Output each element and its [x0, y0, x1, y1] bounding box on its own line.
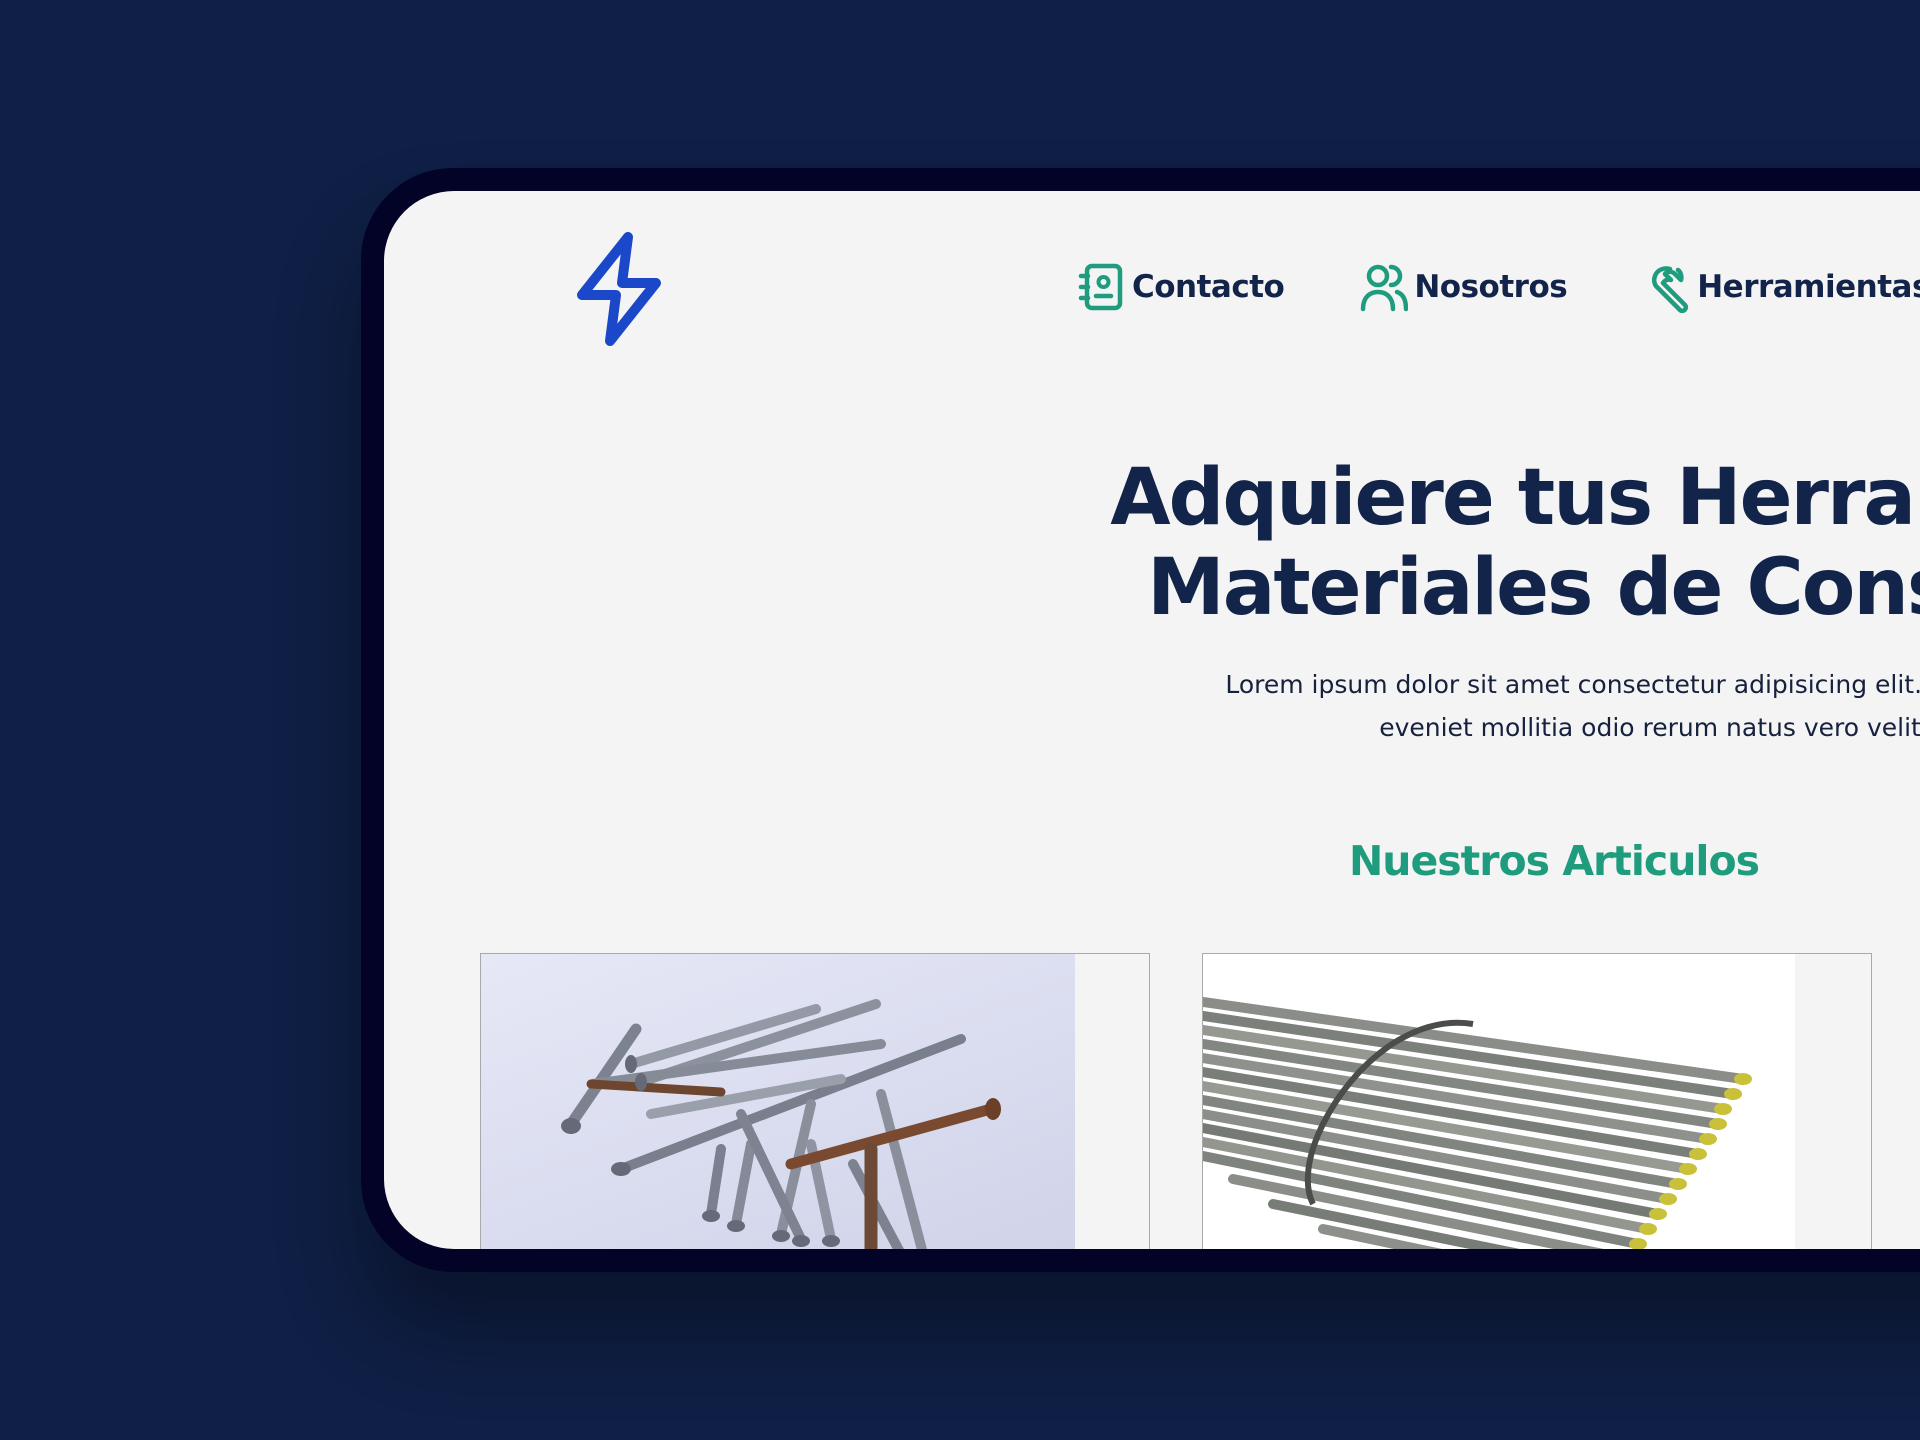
lightning-bolt-icon[interactable] [572, 227, 672, 351]
backdrop: Contacto Nosotros Herramientas Adquiere … [0, 0, 1920, 1440]
main-nav: Contacto Nosotros Herramientas [1078, 261, 1920, 313]
wrench-icon [1652, 266, 1689, 313]
nav-item-nosotros[interactable]: Nosotros [1360, 261, 1568, 313]
hero-title-line-2: Materiales de Construc [1147, 543, 1920, 633]
hero-title-line-1: Adquiere tus Herramient [1110, 453, 1920, 543]
article-card-nails[interactable] [480, 953, 1150, 1249]
users-icon [1361, 264, 1409, 312]
address-book-icon [1078, 263, 1123, 311]
website-screen: Contacto Nosotros Herramientas Adquiere … [384, 191, 1920, 1249]
hero-subtitle: Lorem ipsum dolor sit amet consectetur a… [1034, 663, 1920, 749]
nav-label-contacto: Contacto [1132, 269, 1285, 305]
hero-title: Adquiere tus Herramient Materiales de Co… [934, 453, 1920, 633]
articles-title: Nuestros Articulos [1348, 837, 1760, 885]
rebar-bundle-photo [1203, 954, 1795, 1249]
article-card-rebar[interactable] [1202, 953, 1872, 1249]
nav-label-nosotros: Nosotros [1414, 269, 1568, 305]
hero-subtitle-line-2: eveniet mollitia odio rerum natus vero v… [1379, 713, 1920, 742]
nav-label-herramientas: Herramientas [1697, 269, 1920, 305]
nav-item-contacto[interactable]: Contacto [1078, 261, 1285, 313]
nav-item-herramientas[interactable]: Herramientas [1643, 261, 1920, 313]
nails-photo [481, 954, 1075, 1249]
hero-subtitle-line-1: Lorem ipsum dolor sit amet consectetur a… [1225, 670, 1920, 699]
